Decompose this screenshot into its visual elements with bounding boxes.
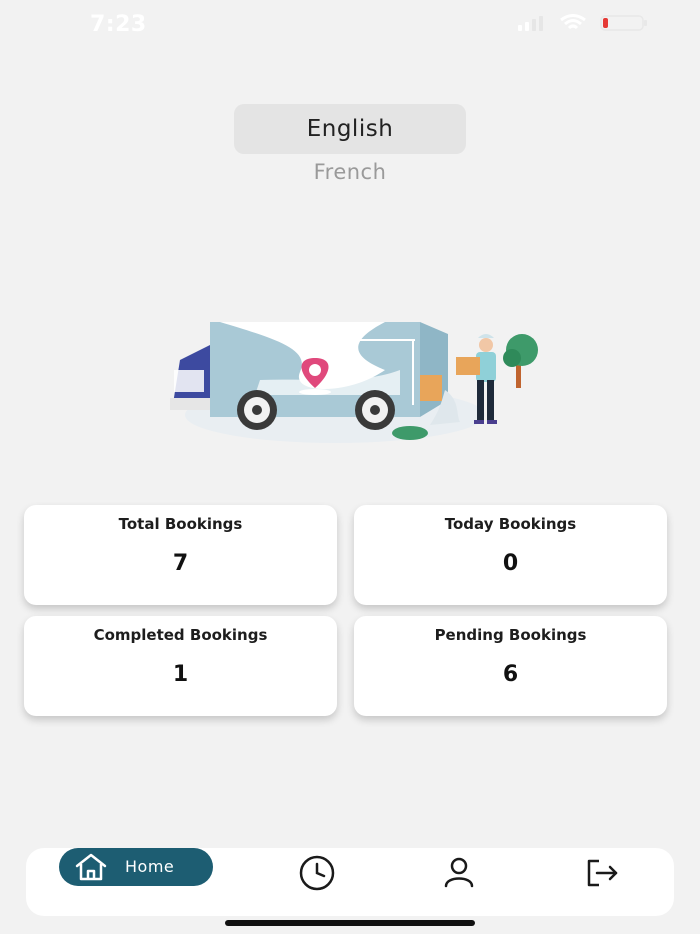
stat-value: 7 xyxy=(172,551,189,576)
bottom-nav: Home xyxy=(26,848,674,916)
stat-card-today[interactable]: Today Bookings 0 xyxy=(354,505,667,605)
status-bar: 7:23 xyxy=(0,0,700,52)
stat-card-completed[interactable]: Completed Bookings 1 xyxy=(24,616,337,716)
history-clock-icon[interactable] xyxy=(298,854,336,892)
status-icons xyxy=(518,14,648,32)
stat-label: Total Bookings xyxy=(118,515,243,533)
cellular-signal-icon xyxy=(518,16,543,31)
stat-card-pending[interactable]: Pending Bookings 6 xyxy=(354,616,667,716)
stat-value: 0 xyxy=(502,551,519,576)
stat-label: Today Bookings xyxy=(444,515,577,533)
battery-icon xyxy=(600,15,647,31)
stat-card-total[interactable]: Total Bookings 7 xyxy=(24,505,337,605)
nav-home-label: Home xyxy=(125,857,175,876)
home-indicator xyxy=(225,920,475,926)
profile-icon[interactable] xyxy=(440,854,478,892)
status-time: 7:23 xyxy=(90,12,147,37)
stat-label: Completed Bookings xyxy=(93,626,268,644)
logout-icon[interactable] xyxy=(582,854,622,892)
home-icon xyxy=(75,853,107,881)
nav-home-button[interactable]: Home xyxy=(59,848,213,886)
language-toggle: English French xyxy=(234,104,466,184)
wifi-icon xyxy=(560,14,586,30)
language-option-english[interactable]: English xyxy=(234,104,466,154)
language-option-french[interactable]: French xyxy=(234,160,466,184)
stat-value: 1 xyxy=(172,662,189,687)
stat-value: 6 xyxy=(502,662,519,687)
delivery-truck-illustration xyxy=(170,322,538,443)
stat-label: Pending Bookings xyxy=(434,626,587,644)
